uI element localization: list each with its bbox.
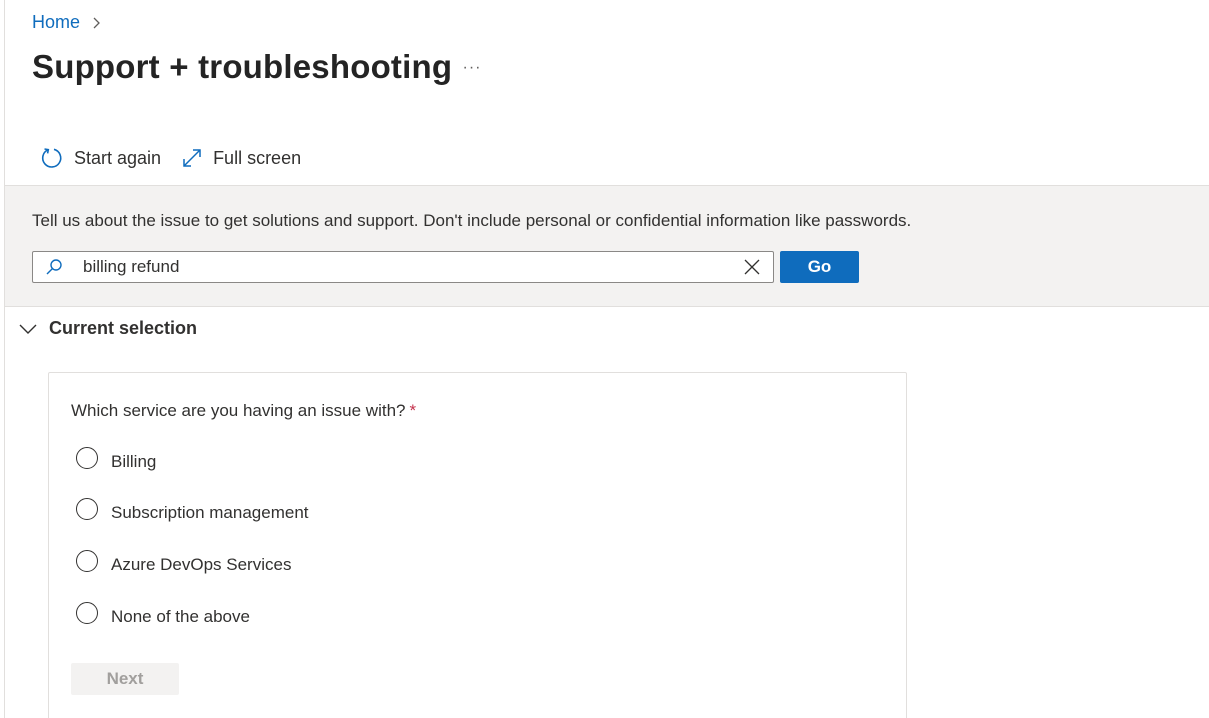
next-button[interactable]: Next [71, 663, 179, 695]
support-page: Home Support + troubleshooting ··· Start… [0, 0, 1209, 718]
full-screen-label: Full screen [213, 147, 302, 168]
page-title: Support + troubleshooting [32, 48, 453, 85]
radio-button[interactable] [76, 447, 98, 469]
radio-option-none-of-the-above[interactable]: None of the above [76, 602, 250, 626]
start-again-label: Start again [74, 147, 162, 168]
radio-label: Billing [111, 452, 157, 471]
service-question-text: Which service are you having an issue wi… [71, 401, 406, 420]
toolbar: Start again Full screen [40, 146, 321, 170]
required-marker: * [409, 401, 417, 420]
service-question-card: Which service are you having an issue wi… [48, 372, 907, 718]
start-again-button[interactable]: Start again [40, 146, 161, 170]
radio-label: Subscription management [111, 503, 309, 522]
radio-button[interactable] [76, 602, 98, 624]
radio-option-billing[interactable]: Billing [76, 447, 157, 471]
radio-option-azure-devops-services[interactable]: Azure DevOps Services [76, 550, 292, 574]
current-selection-header: Current selection [49, 318, 198, 338]
full-screen-button[interactable]: Full screen [181, 147, 301, 169]
issue-search-input[interactable] [81, 256, 725, 278]
breadcrumb: Home [32, 12, 104, 33]
radio-label: None of the above [111, 607, 250, 626]
current-selection-toggle[interactable]: Current selection [19, 318, 197, 339]
go-button[interactable]: Go [780, 251, 859, 283]
breadcrumb-home-link[interactable]: Home [32, 12, 80, 33]
issue-panel [5, 185, 1209, 307]
refresh-icon [41, 148, 62, 168]
radio-button[interactable] [76, 498, 98, 520]
radio-label: Azure DevOps Services [111, 555, 292, 574]
service-question: Which service are you having an issue wi… [71, 401, 416, 421]
expand-icon [183, 149, 201, 167]
clear-icon[interactable] [743, 258, 761, 276]
more-options-button[interactable]: ··· [462, 58, 482, 78]
radio-button[interactable] [76, 550, 98, 572]
issue-search-box [32, 251, 774, 283]
chevron-down-icon [19, 324, 37, 334]
radio-option-subscription-management[interactable]: Subscription management [76, 498, 309, 522]
left-divider [4, 0, 5, 718]
chevron-right-icon [93, 17, 100, 28]
issue-instruction: Tell us about the issue to get solutions… [32, 211, 912, 230]
search-icon [46, 259, 62, 275]
